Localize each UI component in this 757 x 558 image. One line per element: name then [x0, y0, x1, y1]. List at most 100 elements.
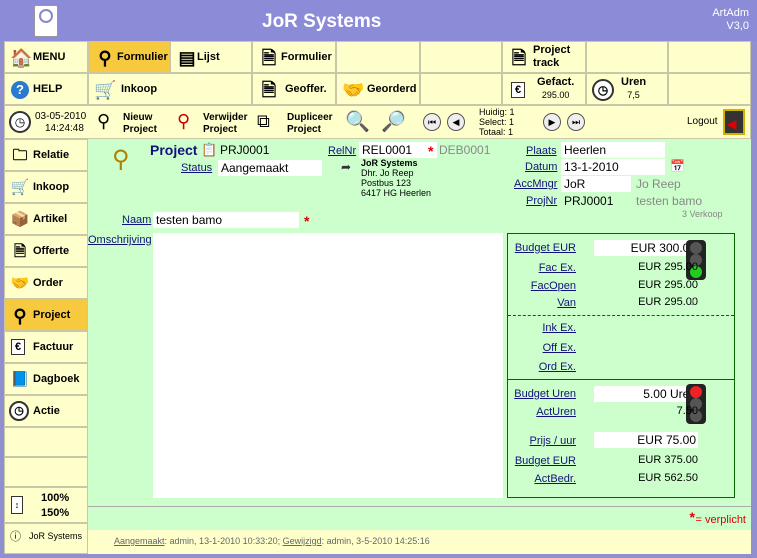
- document-icon: 🗎: [261, 48, 277, 68]
- next-record-button[interactable]: ▶: [543, 113, 561, 131]
- sidebar-item-factuur[interactable]: € Factuur: [4, 331, 88, 363]
- status-field[interactable]: Aangemaakt: [218, 160, 322, 176]
- budget-panel: Budget EUR EUR 300.00 Fac Ex. EUR 295.00…: [507, 233, 735, 498]
- book-icon: 📘: [10, 371, 30, 388]
- plaats-link[interactable]: Plaats: [526, 145, 557, 157]
- home-icon: 🏠: [10, 48, 33, 68]
- compass-delete-icon: ⚲: [177, 111, 191, 131]
- clipboard-icon[interactable]: 📋: [201, 142, 217, 158]
- accmngr-field[interactable]: JoR: [561, 176, 631, 192]
- plaats-field[interactable]: Heerlen: [561, 142, 665, 158]
- last-record-button[interactable]: ⏭: [567, 113, 585, 131]
- relation-address: JoR Systems Dhr. Jo Reep Postbus 123 641…: [361, 158, 432, 198]
- sidebar-empty: [4, 427, 88, 457]
- goto-arrow-icon[interactable]: ➦: [341, 160, 351, 174]
- prijs-uur-field[interactable]: EUR 75.00: [594, 432, 698, 448]
- invoice-icon: €: [511, 82, 525, 98]
- fac-ex-link[interactable]: Fac Ex.: [539, 262, 576, 274]
- tab-formulier[interactable]: ⚲ Formulier: [88, 41, 170, 73]
- prev-record-button[interactable]: ◀: [447, 113, 465, 131]
- naam-field[interactable]: testen bamo: [153, 212, 299, 228]
- actbedr-link[interactable]: ActBedr.: [534, 473, 576, 485]
- logout-icon[interactable]: ◀: [723, 109, 745, 135]
- traffic-light-red-icon: [686, 384, 706, 424]
- menu-button[interactable]: 🏠 MENU: [4, 41, 88, 73]
- budget-eur-uren-link[interactable]: Budget EUR: [515, 455, 576, 467]
- verkoop-label: 3 Verkoop: [682, 209, 723, 219]
- empty-cell: [336, 41, 420, 73]
- app-title: JoR Systems: [262, 11, 382, 32]
- projnr-link[interactable]: ProjNr: [526, 195, 557, 207]
- ink-ex-link[interactable]: Ink Ex.: [542, 322, 576, 334]
- logo: [34, 5, 58, 37]
- sidebar-item-actie[interactable]: ◷ Actie: [4, 395, 88, 427]
- tab-lijst[interactable]: ▤ Lijst: [170, 41, 252, 73]
- datum-field[interactable]: 13-1-2010: [561, 159, 665, 175]
- toolbar: ◷ 03-05-2010 14:24:48 ⚲ Nieuw Project ⚲ …: [4, 105, 751, 139]
- app-window: JoR Systems ArtAdm V3,0 🏠 MENU ⚲ Formuli…: [0, 0, 757, 558]
- budget-uren-link[interactable]: Budget Uren: [514, 388, 576, 400]
- empty-cell: [668, 73, 751, 105]
- relnr-link[interactable]: RelNr: [328, 145, 356, 157]
- van-value: EUR 295.00: [638, 296, 698, 308]
- compass-icon: ⚲: [13, 306, 27, 326]
- search-icon[interactable]: 🔍: [345, 109, 370, 134]
- accmngr-link[interactable]: AccMngr: [514, 178, 557, 190]
- datum-link[interactable]: Datum: [525, 161, 557, 173]
- omschrijving-link[interactable]: Omschrijving: [88, 234, 152, 246]
- budget-eur-link[interactable]: Budget EUR: [515, 242, 576, 254]
- handshake-icon: 🤝: [342, 80, 365, 100]
- facopen-link[interactable]: FacOpen: [531, 280, 576, 292]
- geoffer-tab[interactable]: 🗎 Geoffer.: [252, 73, 336, 105]
- sidebar-item-offerte[interactable]: 🗎 Offerte: [4, 235, 88, 267]
- georderd-tab[interactable]: 🤝 Georderd: [336, 73, 420, 105]
- duplicate-project-button[interactable]: ⧉ Dupliceer Project: [257, 108, 341, 138]
- calendar-icon: ◷: [9, 111, 31, 133]
- naam-link[interactable]: Naam: [122, 214, 151, 226]
- sidebar-item-order[interactable]: 🤝 Order: [4, 267, 88, 299]
- project-track-button[interactable]: 🗎 Project track: [502, 41, 586, 73]
- inkoop-tab[interactable]: 🛒 Inkoop: [88, 73, 252, 105]
- delete-project-button[interactable]: ⚲ Verwijder Project: [177, 108, 259, 138]
- sidebar-item-relatie[interactable]: 🗀 Relatie: [4, 139, 88, 171]
- new-project-button[interactable]: ⚲ Nieuw Project: [97, 108, 179, 138]
- status-link[interactable]: Status: [181, 162, 212, 174]
- budget-eur-field[interactable]: EUR 300.00: [594, 240, 698, 256]
- projnr-description: testen bamo: [636, 194, 703, 208]
- document-icon: 🗎: [511, 48, 527, 68]
- ord-ex-link[interactable]: Ord Ex.: [539, 361, 576, 373]
- logout-link[interactable]: Logout: [687, 116, 718, 127]
- sidebar-item-artikel[interactable]: 📦 Artikel: [4, 203, 88, 235]
- acturen-value: 7.50: [676, 405, 698, 417]
- van-count: 1: [690, 297, 696, 307]
- required-legend: = verplicht: [695, 514, 746, 526]
- cart-icon: 🛒: [10, 179, 30, 196]
- relnr-field[interactable]: REL0001: [359, 142, 437, 158]
- prijs-uur-link[interactable]: Prijs / uur: [530, 435, 576, 447]
- sidebar-item-inkoop[interactable]: 🛒 Inkoop: [4, 171, 88, 203]
- required-marker: *: [428, 143, 434, 159]
- gefact-tab[interactable]: € Gefact. 295.00: [502, 73, 586, 105]
- acturen-link[interactable]: ActUren: [536, 406, 576, 418]
- tab-formulier-2[interactable]: 🗎 Formulier: [252, 41, 336, 73]
- handshake-icon: 🤝: [10, 275, 30, 292]
- advanced-search-icon[interactable]: 🔎: [381, 109, 406, 134]
- list-icon: ▤: [178, 48, 196, 68]
- calendar-icon[interactable]: 📅: [670, 159, 685, 173]
- budget-uren-field[interactable]: 5.00 Uren: [594, 386, 698, 402]
- uren-tab[interactable]: ◷ Uren 7,5: [586, 73, 668, 105]
- zoom-icon: ↕: [11, 496, 23, 514]
- sidebar-item-project[interactable]: ⚲ Project: [4, 299, 88, 331]
- van-link[interactable]: Van: [557, 297, 576, 309]
- facopen-value: EUR 295.00: [638, 279, 698, 291]
- projnr-value: PRJ0001: [564, 194, 614, 208]
- omschrijving-textarea[interactable]: [153, 233, 503, 498]
- zoom-control[interactable]: ↕ 100% 150%: [4, 487, 88, 523]
- sidebar-item-dagboek[interactable]: 📘 Dagboek: [4, 363, 88, 395]
- compass-icon: ⚲: [97, 111, 111, 131]
- help-button[interactable]: ? HELP: [4, 73, 88, 105]
- required-star: *: [689, 509, 695, 525]
- off-ex-link[interactable]: Off Ex.: [543, 342, 576, 354]
- title-bar: JoR Systems ArtAdm V3,0: [0, 0, 757, 41]
- first-record-button[interactable]: ⏮: [423, 113, 441, 131]
